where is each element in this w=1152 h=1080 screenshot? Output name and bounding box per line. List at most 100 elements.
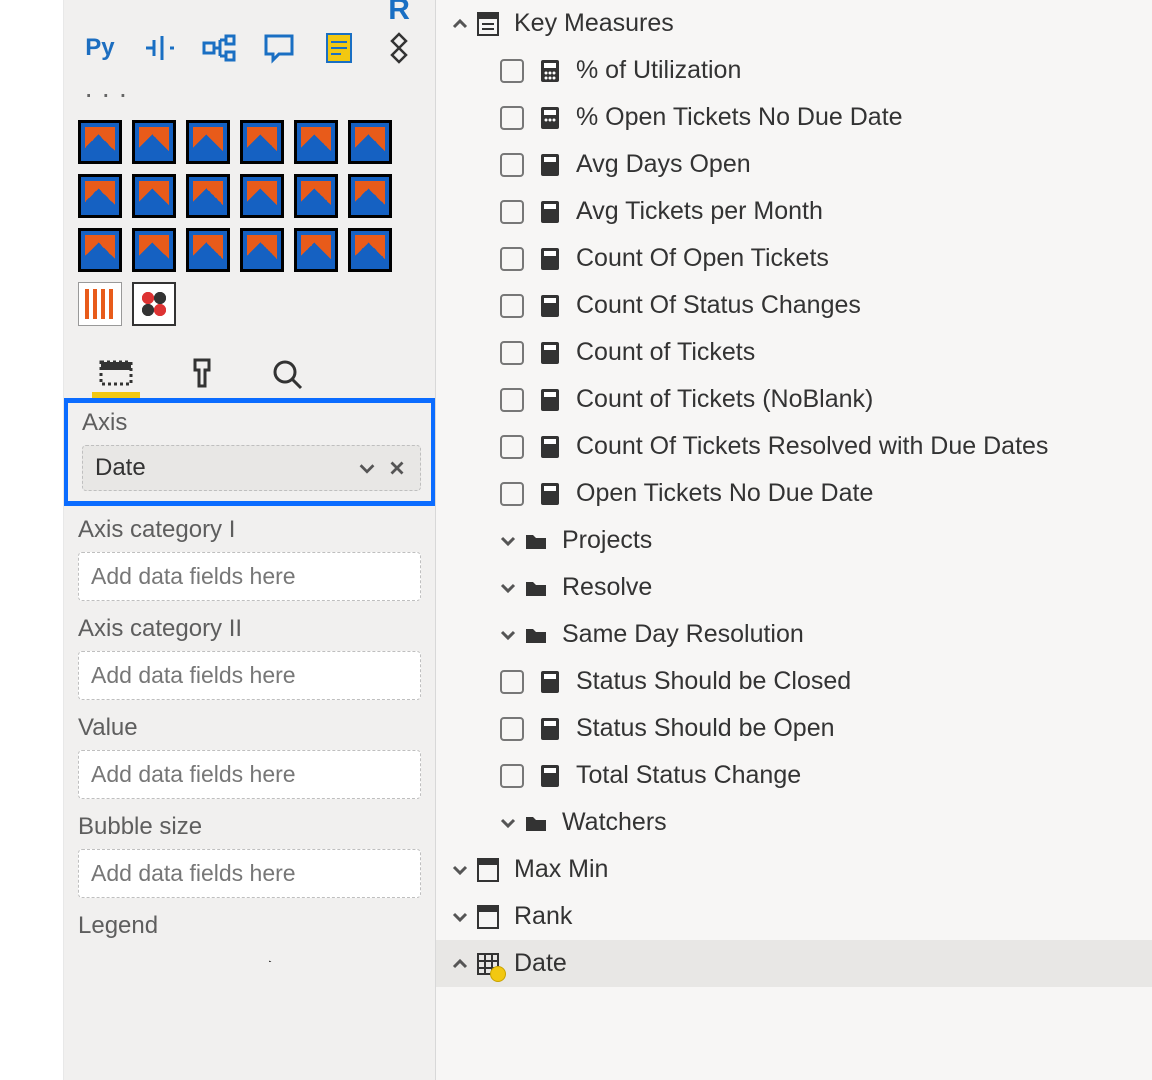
custom-viz-13[interactable]: [78, 228, 122, 272]
field-label: % Open Tickets No Due Date: [576, 103, 903, 132]
checkbox[interactable]: [500, 341, 524, 365]
folder-icon: [522, 574, 550, 602]
field-measure[interactable]: Avg Days Open: [436, 141, 1152, 188]
well-bubble-drop[interactable]: Add data fields here: [78, 849, 421, 898]
viz-icon-misc-5[interactable]: [317, 0, 361, 20]
checkbox[interactable]: [500, 482, 524, 506]
custom-viz-8[interactable]: [132, 174, 176, 218]
custom-viz-19[interactable]: [78, 282, 122, 326]
custom-viz-6[interactable]: [348, 120, 392, 164]
table-key-measures[interactable]: Key Measures: [436, 0, 1152, 47]
well-bubble-size: Bubble size Add data fields here: [64, 803, 435, 902]
viz-config-tabs: [64, 344, 435, 398]
custom-viz-11[interactable]: [294, 174, 338, 218]
date-table-icon: [474, 950, 502, 978]
axis-field-pill[interactable]: Date: [82, 445, 421, 491]
chevron-down-icon: [494, 813, 522, 833]
well-axis: Axis Date: [64, 398, 435, 506]
folder-same-day[interactable]: Same Day Resolution: [436, 611, 1152, 658]
calculator-icon: [536, 104, 564, 132]
custom-viz-18[interactable]: [348, 228, 392, 272]
viz-icon-misc-4[interactable]: [257, 0, 301, 20]
field-measure[interactable]: Count Of Status Changes: [436, 282, 1152, 329]
checkbox[interactable]: [500, 764, 524, 788]
checkbox[interactable]: [500, 106, 524, 130]
well-value-label: Value: [78, 714, 421, 742]
custom-viz-10[interactable]: [240, 174, 284, 218]
visualizations-pane: R Py · · ·: [64, 0, 436, 1080]
field-measure[interactable]: Open Tickets No Due Date: [436, 470, 1152, 517]
viz-icon-misc-2[interactable]: [138, 0, 182, 20]
folder-label: Resolve: [562, 573, 652, 602]
folder-icon: [522, 527, 550, 555]
custom-viz-7[interactable]: [78, 174, 122, 218]
key-influencers-icon[interactable]: [138, 26, 182, 70]
field-measure[interactable]: Status Should be Closed: [436, 658, 1152, 705]
tab-analytics[interactable]: [264, 354, 312, 398]
checkbox[interactable]: [500, 153, 524, 177]
well-value-drop[interactable]: Add data fields here: [78, 750, 421, 799]
field-measure[interactable]: % of Utilization: [436, 47, 1152, 94]
custom-viz-17[interactable]: [294, 228, 338, 272]
field-measure[interactable]: % Open Tickets No Due Date: [436, 94, 1152, 141]
viz-icon-r[interactable]: R: [377, 0, 421, 20]
field-measure[interactable]: Count of Tickets (NoBlank): [436, 376, 1152, 423]
table-rank[interactable]: Rank: [436, 893, 1152, 940]
field-label: Count Of Status Changes: [576, 291, 861, 320]
custom-visual-icon[interactable]: [377, 26, 421, 70]
custom-viz-5[interactable]: [294, 120, 338, 164]
viz-icon-misc-3[interactable]: [198, 0, 242, 20]
calculator-icon: [536, 198, 564, 226]
tab-format[interactable]: [178, 354, 226, 398]
calculator-icon: [536, 386, 564, 414]
field-label: Count Of Tickets Resolved with Due Dates: [576, 432, 1048, 461]
table-date[interactable]: Date: [436, 940, 1152, 987]
checkbox[interactable]: [500, 247, 524, 271]
custom-viz-4[interactable]: [240, 120, 284, 164]
field-measure[interactable]: Status Should be Open: [436, 705, 1152, 752]
checkbox[interactable]: [500, 294, 524, 318]
well-axis-cat2-drop[interactable]: Add data fields here: [78, 651, 421, 700]
qa-visual-icon[interactable]: [257, 26, 301, 70]
field-measure[interactable]: Count Of Open Tickets: [436, 235, 1152, 282]
custom-viz-14[interactable]: [132, 228, 176, 272]
remove-field-icon[interactable]: [386, 457, 408, 479]
tab-fields[interactable]: [92, 354, 140, 398]
custom-viz-1[interactable]: [78, 120, 122, 164]
custom-viz-2[interactable]: [132, 120, 176, 164]
checkbox[interactable]: [500, 670, 524, 694]
paginated-report-icon[interactable]: [317, 26, 361, 70]
checkbox[interactable]: [500, 59, 524, 83]
folder-projects[interactable]: Projects: [436, 517, 1152, 564]
folder-watchers[interactable]: Watchers: [436, 799, 1152, 846]
checkbox[interactable]: [500, 435, 524, 459]
custom-viz-12[interactable]: [348, 174, 392, 218]
more-visuals-ellipsis[interactable]: · · ·: [78, 78, 421, 110]
field-measure[interactable]: Count of Tickets: [436, 329, 1152, 376]
fields-pane: Key Measures % of Utilization % Open Tic…: [436, 0, 1152, 1080]
checkbox[interactable]: [500, 200, 524, 224]
table-max-min[interactable]: Max Min: [436, 846, 1152, 893]
field-measure[interactable]: Avg Tickets per Month: [436, 188, 1152, 235]
custom-viz-15[interactable]: [186, 228, 230, 272]
field-label: Status Should be Open: [576, 714, 835, 743]
decomposition-tree-icon[interactable]: [198, 26, 242, 70]
checkbox[interactable]: [500, 388, 524, 412]
custom-viz-20[interactable]: [132, 282, 176, 326]
python-visual-icon[interactable]: Py: [78, 26, 122, 70]
custom-viz-9[interactable]: [186, 174, 230, 218]
field-label: Total Status Change: [576, 761, 801, 790]
custom-viz-3[interactable]: [186, 120, 230, 164]
calculator-icon: [536, 715, 564, 743]
chevron-down-icon[interactable]: [356, 457, 378, 479]
folder-resolve[interactable]: Resolve: [436, 564, 1152, 611]
measure-table-icon: [474, 856, 502, 884]
field-measure[interactable]: Count Of Tickets Resolved with Due Dates: [436, 423, 1152, 470]
viz-icon-misc-1[interactable]: [78, 0, 122, 20]
field-label: % of Utilization: [576, 56, 741, 85]
field-label: Avg Tickets per Month: [576, 197, 823, 226]
field-measure[interactable]: Total Status Change: [436, 752, 1152, 799]
well-axis-cat1-drop[interactable]: Add data fields here: [78, 552, 421, 601]
checkbox[interactable]: [500, 717, 524, 741]
custom-viz-16[interactable]: [240, 228, 284, 272]
